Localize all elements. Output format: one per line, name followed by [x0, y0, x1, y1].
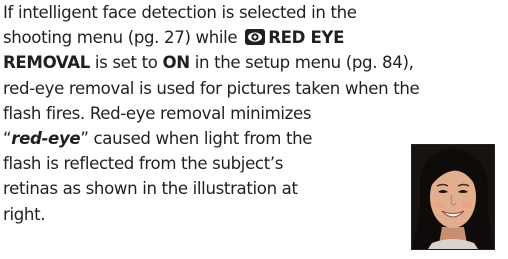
text-line-3-end: in the setup menu (pg. 84),: [189, 53, 414, 73]
setting-value-on: ON: [162, 53, 191, 73]
portrait-illustration: [411, 144, 495, 250]
red-eye-term: red-eye: [11, 129, 81, 149]
quote-open: “: [3, 129, 12, 149]
manual-page: If intelligent face detection is selecte…: [0, 0, 508, 259]
text-line-1: If intelligent face detection is selecte…: [3, 3, 357, 22]
text-line-2: shooting menu (pg. 27) while RED EYE: [3, 25, 508, 50]
text-line-3: REMOVAL is set to ON in the setup menu (…: [3, 50, 508, 75]
red-eye-setting-name-part2: REMOVAL: [3, 53, 90, 73]
red-eye-setting-name-part1: RED EYE: [268, 28, 345, 48]
text-line-2-start: shooting menu (pg. 27) while: [3, 28, 243, 48]
red-eye-removal-icon: [245, 27, 266, 46]
text-line-6-end: ” caused when light from the: [80, 129, 313, 149]
text-line-5: flash fires. Red-eye removal minimizes: [3, 103, 312, 123]
text-line-3-mid: is set to: [89, 53, 163, 73]
text-line-4: red-eye removal is used for pictures tak…: [3, 78, 420, 98]
